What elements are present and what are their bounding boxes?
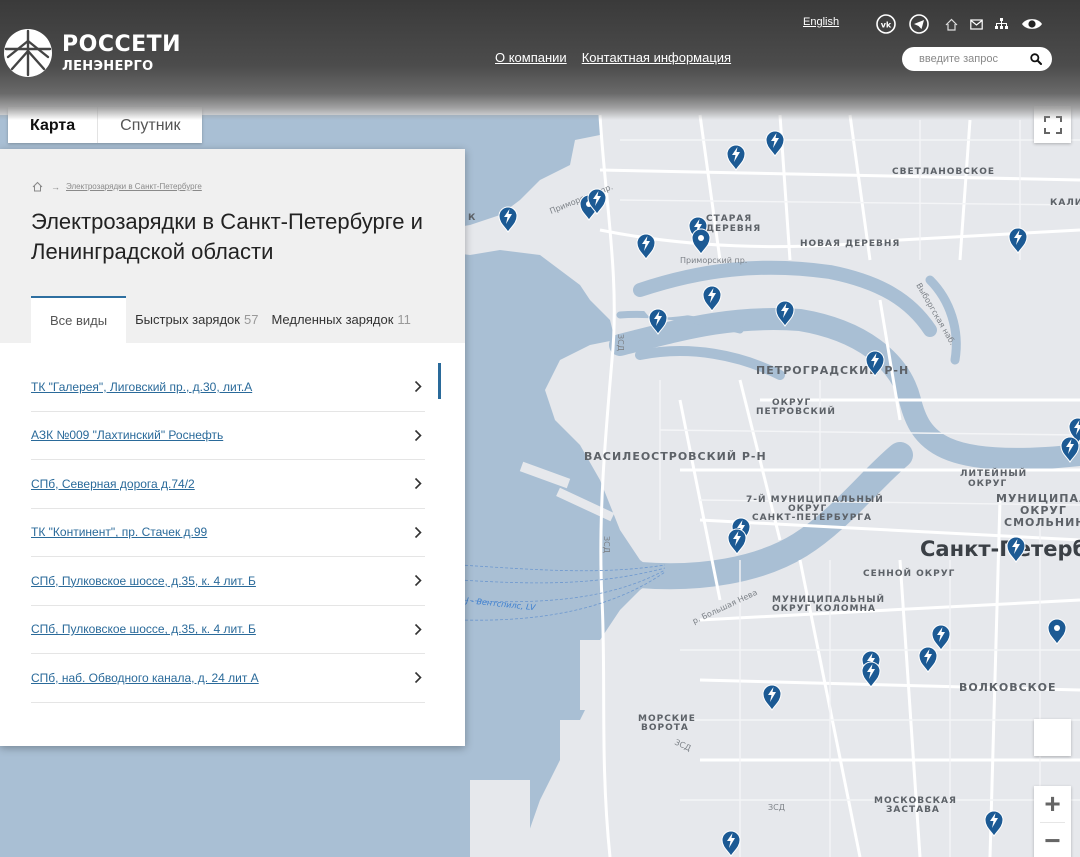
list-item[interactable]: СПб, Пулковское шоссе, д.35, к. 4 лит. Б <box>31 557 425 606</box>
station-link[interactable]: СПб, Пулковское шоссе, д.35, к. 4 лит. Б <box>31 574 256 588</box>
map-label-liteyny: ЛИТЕЙНЫЙ <box>960 467 1027 479</box>
zoom-control: + − <box>1034 786 1071 857</box>
station-list: ТК "Галерея", Лиговский пр., д.30, лит.А… <box>31 363 425 703</box>
map-label-zsd-1: ЗСД <box>616 334 625 351</box>
map-label-svetlanovskoe: СВЕТЛАНОВСКОЕ <box>892 167 995 177</box>
map-label-zsd-4: ЗСД <box>768 803 785 812</box>
logo[interactable]: РОССЕТИ ЛЕНЭНЕРГО <box>2 27 181 79</box>
map-label-primorsky-2: Приморский пр. <box>680 256 747 265</box>
map-label-okrug-2: ОКРУГ <box>968 479 1007 489</box>
list-item[interactable]: СПб, Пулковское шоссе, д.35, к. 4 лит. Б <box>31 606 425 654</box>
filter-tabs: Все виды Быстрых зарядок 57 Медленных за… <box>31 296 411 343</box>
map-label-zsd-2: ЗСД <box>602 536 611 553</box>
tab-slow-label: Медленных зарядок <box>271 312 394 327</box>
search-icon[interactable] <box>1030 53 1042 65</box>
chevron-right-icon <box>411 428 425 442</box>
zoom-in-button[interactable]: + <box>1034 786 1071 822</box>
map-label-partial-k: К <box>468 213 476 223</box>
map-label-vasileostrovsky: ВАСИЛЕОСТРОВСКИЙ Р-Н <box>584 450 767 463</box>
street-view-pegman[interactable] <box>1034 719 1071 756</box>
tab-all[interactable]: Все виды <box>31 296 127 343</box>
rosseti-logo-icon <box>4 29 52 77</box>
tab-slow-count: 11 <box>397 312 411 327</box>
list-scrollbar[interactable] <box>438 363 441 399</box>
tab-fast-label: Быстрых зарядок <box>135 312 240 327</box>
home-icon[interactable] <box>32 181 43 192</box>
page-title: Электрозарядки в Санкт-Петербурге и Лени… <box>31 209 423 264</box>
panel-header: → Электрозарядки в Санкт-Петербурге Элек… <box>0 149 465 343</box>
vk-icon[interactable]: vk <box>876 14 896 34</box>
logo-title: РОССЕТИ <box>62 31 182 57</box>
map-label-novaya-derevnya: НОВАЯ ДЕРЕВНЯ <box>800 239 900 249</box>
zoom-out-button[interactable]: − <box>1034 823 1071 857</box>
breadcrumb: → Электрозарядки в Санкт-Петербурге <box>32 181 202 192</box>
stations-panel: → Электрозарядки в Санкт-Петербурге Элек… <box>0 149 465 746</box>
location-dot-icon <box>1054 625 1060 631</box>
map-label-volkovskoe: ВОЛКОВСКОЕ <box>959 681 1057 694</box>
lang-english-link[interactable]: English <box>803 16 839 28</box>
eye-icon[interactable] <box>1021 16 1043 32</box>
breadcrumb-link[interactable]: Электрозарядки в Санкт-Петербурге <box>66 182 202 191</box>
svg-text:vk: vk <box>881 21 892 30</box>
map-label-city: Санкт-Петербург <box>920 537 1080 561</box>
map-label-kolomna: ОКРУГ КОЛОМНА <box>772 604 876 614</box>
map-label-petrovsky: ПЕТРОВСКИЙ <box>756 405 836 417</box>
nav-contacts-link[interactable]: Контактная информация <box>582 50 731 65</box>
map-label-kali: КАЛИ <box>1050 198 1080 208</box>
map-label-sennoy: СЕННОЙ ОКРУГ <box>863 567 955 579</box>
station-link[interactable]: АЗК №009 "Лахтинский" Роснефть <box>31 428 223 442</box>
station-link[interactable]: СПб, наб. Обводного канала, д. 24 лит А <box>31 671 259 685</box>
chevron-right-icon <box>411 671 425 685</box>
station-link[interactable]: СПб, Пулковское шоссе, д.35, к. 4 лит. Б <box>31 622 256 636</box>
search-input[interactable] <box>919 53 1030 65</box>
list-item[interactable]: ТК "Галерея", Лиговский пр., д.30, лит.А <box>31 363 425 412</box>
map-label-vorota: ВОРОТА <box>641 723 689 733</box>
mail-icon[interactable] <box>969 17 983 31</box>
station-link[interactable]: СПб, Северная дорога д.74/2 <box>31 477 195 491</box>
tab-fast-count: 57 <box>243 312 259 327</box>
tab-fast[interactable]: Быстрых зарядок 57 <box>126 296 271 343</box>
tab-all-label: Все виды <box>50 313 108 328</box>
header-icons: vk <box>876 14 1043 34</box>
map-label-derevnya: ДЕРЕВНЯ <box>706 224 761 234</box>
map-label-zastava: ЗАСТАВА <box>886 805 940 815</box>
site-header: РОССЕТИ ЛЕНЭНЕРГО English vk О компании … <box>0 0 1080 120</box>
home-icon[interactable] <box>944 17 958 31</box>
chevron-right-icon <box>411 380 425 394</box>
station-link[interactable]: ТК "Галерея", Лиговский пр., д.30, лит.А <box>31 380 252 394</box>
map-label-petrogradsky: ПЕТРОГРАДСКИЙ Р-Н <box>756 364 909 377</box>
chevron-right-icon <box>411 622 425 636</box>
top-nav: О компании Контактная информация <box>495 50 731 65</box>
breadcrumb-arrow-icon: → <box>51 181 60 192</box>
logo-subtitle: ЛЕНЭНЕРГО <box>62 58 154 74</box>
map-label-spb-okrug: САНКТ-ПЕТЕРБУРГА <box>752 513 872 523</box>
tab-slow[interactable]: Медленных зарядок 11 <box>271 296 410 343</box>
map-label-smolnin: СМОЛЬНИН <box>1004 516 1080 529</box>
chevron-right-icon <box>411 574 425 588</box>
map-label-staraya: СТАРАЯ <box>706 214 752 224</box>
list-item[interactable]: СПб, наб. Обводного канала, д. 24 лит А <box>31 654 425 703</box>
nav-about-link[interactable]: О компании <box>495 50 567 65</box>
location-dot-icon <box>698 235 704 241</box>
list-item[interactable]: АЗК №009 "Лахтинский" Роснефть <box>31 412 425 460</box>
search-box <box>902 47 1052 71</box>
telegram-icon[interactable] <box>909 14 929 34</box>
sitemap-icon[interactable] <box>994 17 1008 31</box>
station-link[interactable]: ТК "Континент", пр. Стачек д.99 <box>31 525 207 539</box>
chevron-right-icon <box>411 525 425 539</box>
list-item[interactable]: СПб, Северная дорога д.74/2 <box>31 460 425 509</box>
chevron-right-icon <box>411 477 425 491</box>
list-item[interactable]: ТК "Континент", пр. Стачек д.99 <box>31 509 425 557</box>
